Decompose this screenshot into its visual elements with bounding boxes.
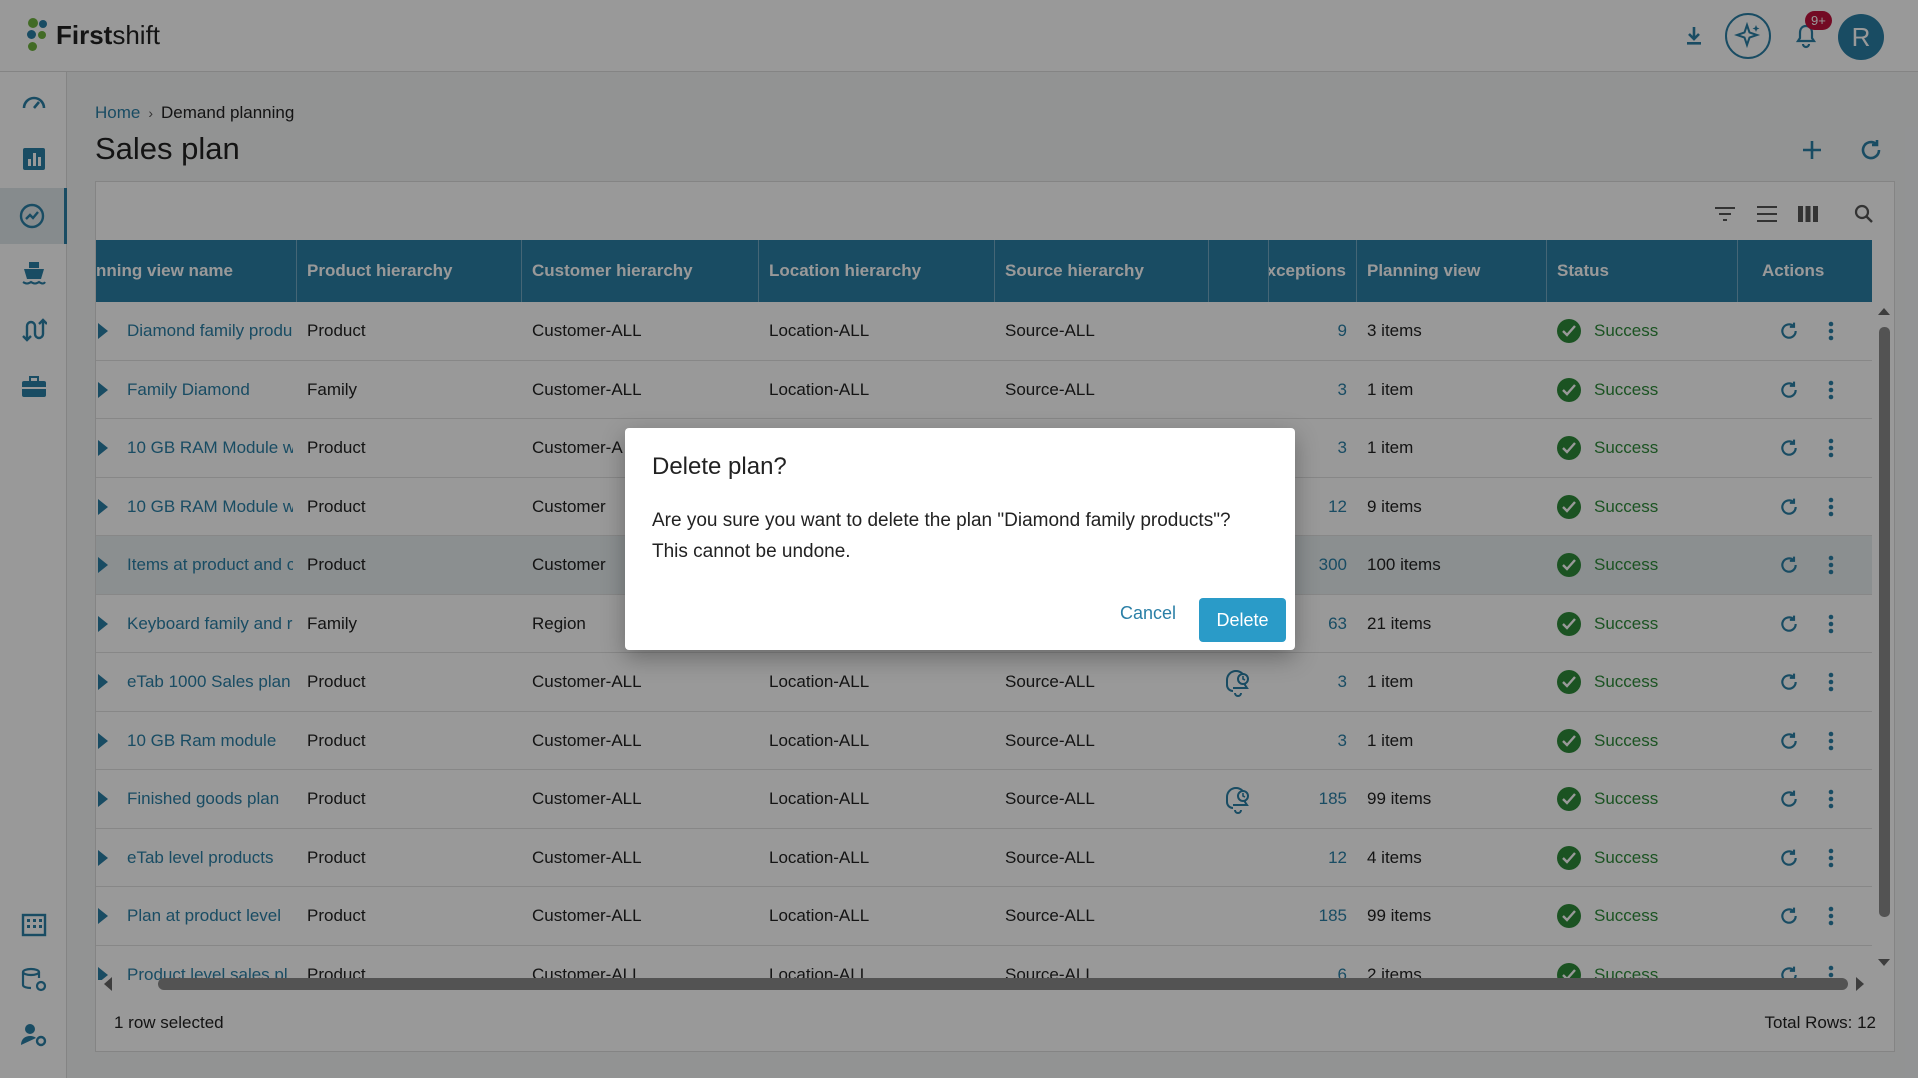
dialog-message-line1: Are you sure you want to delete the plan…: [652, 510, 1231, 531]
dialog-title: Delete plan?: [652, 453, 787, 480]
cancel-button[interactable]: Cancel: [1120, 603, 1176, 624]
delete-plan-dialog: Delete plan? Are you sure you want to de…: [625, 428, 1295, 650]
dialog-message-line2: This cannot be undone.: [652, 541, 851, 562]
dialog-message: Are you sure you want to delete the plan…: [652, 505, 1272, 567]
delete-button[interactable]: Delete: [1199, 598, 1286, 642]
